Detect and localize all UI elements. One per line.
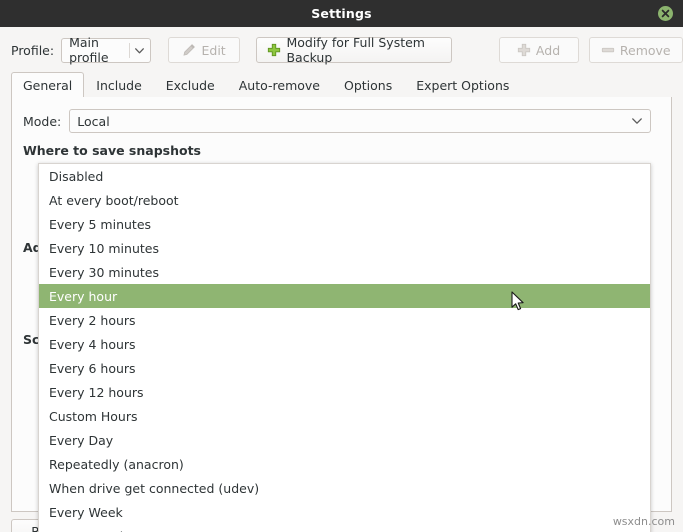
mode-label: Mode:: [23, 113, 62, 129]
remove-button-label: Remove: [619, 42, 671, 58]
settings-window: Settings Profile: Main profile Edit Modi…: [0, 0, 683, 532]
close-glyph: [661, 9, 670, 18]
dropdown-option[interactable]: Every Day: [39, 428, 650, 452]
tab-expert-options[interactable]: Expert Options: [404, 72, 521, 97]
tabstrip: General Include Exclude Auto-remove Opti…: [11, 72, 672, 98]
pencil-icon: [182, 43, 196, 57]
window-titlebar: Settings: [0, 0, 683, 27]
dropdown-option[interactable]: Disabled: [39, 164, 650, 188]
dropdown-option[interactable]: Every 4 hours: [39, 332, 650, 356]
tab-exclude-label: Exclude: [165, 77, 215, 93]
watermark: wsxdn.com: [612, 515, 675, 528]
tab-options[interactable]: Options: [332, 72, 404, 97]
tab-general-label: General: [23, 78, 73, 93]
dropdown-option[interactable]: Every Week: [39, 500, 650, 524]
tab-options-label: Options: [343, 77, 393, 93]
dropdown-option-selected[interactable]: Every hour: [39, 284, 650, 308]
dropdown-option[interactable]: Every 12 hours: [39, 380, 650, 404]
tab-general[interactable]: General: [11, 72, 85, 98]
profile-select[interactable]: Main profile: [61, 35, 151, 65]
profile-select-value: Main profile: [69, 35, 109, 65]
tab-include-label: Include: [96, 77, 142, 93]
dropdown-option[interactable]: Every 2 hours: [39, 308, 650, 332]
plus-icon: [267, 43, 281, 57]
tab-auto-remove[interactable]: Auto-remove: [227, 72, 332, 97]
dropdown-option[interactable]: Custom Hours: [39, 404, 650, 428]
minus-icon: [601, 43, 615, 57]
where-to-save-heading: Where to save snapshots: [23, 143, 201, 158]
remove-button[interactable]: Remove: [588, 37, 683, 63]
toolbar: Profile: Main profile Edit Modify for Fu…: [0, 35, 683, 65]
add-button-label: Add: [535, 42, 561, 58]
dropdown-option[interactable]: At every boot/reboot: [39, 188, 650, 212]
chevron-down-icon: [632, 114, 650, 128]
modify-button-label: Modify for Full System Backup: [286, 35, 425, 65]
modify-for-full-system-backup-button[interactable]: Modify for Full System Backup: [256, 35, 452, 65]
dropdown-option[interactable]: Every 5 minutes: [39, 212, 650, 236]
dropdown-option[interactable]: Every 10 minutes: [39, 236, 650, 260]
dropdown-option[interactable]: Every Month: [39, 524, 650, 532]
dropdown-option[interactable]: When drive get connected (udev): [39, 476, 650, 500]
edit-button[interactable]: Edit: [167, 37, 241, 63]
tab-include[interactable]: Include: [84, 72, 154, 97]
mode-select-value: Local: [77, 113, 110, 129]
chevron-down-icon: [130, 43, 150, 57]
window-title: Settings: [311, 6, 372, 21]
dropdown-option[interactable]: Every 30 minutes: [39, 260, 650, 284]
schedule-dropdown-popup[interactable]: Disabled At every boot/reboot Every 5 mi…: [38, 163, 651, 532]
profile-label: Profile:: [11, 42, 55, 58]
tab-expert-options-label: Expert Options: [416, 77, 510, 93]
tab-exclude[interactable]: Exclude: [154, 72, 227, 97]
add-button[interactable]: Add: [498, 37, 579, 63]
mode-row: Mode: Local: [23, 109, 660, 133]
tab-auto-remove-label: Auto-remove: [238, 77, 320, 93]
dropdown-option[interactable]: Every 6 hours: [39, 356, 650, 380]
plus-icon: [517, 43, 531, 57]
edit-button-label: Edit: [201, 42, 226, 58]
dropdown-option[interactable]: Repeatedly (anacron): [39, 452, 650, 476]
close-icon[interactable]: [658, 6, 673, 21]
mode-select[interactable]: Local: [69, 109, 652, 133]
